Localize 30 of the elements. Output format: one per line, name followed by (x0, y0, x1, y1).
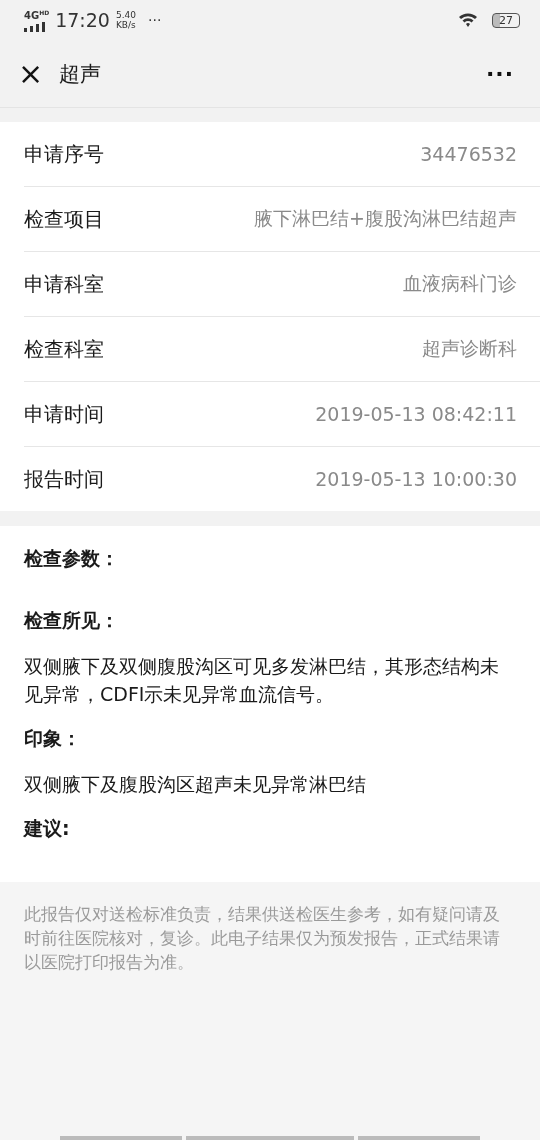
field-label: 检查科室 (24, 335, 104, 363)
wifi-icon (458, 12, 478, 28)
network-label: 4G$^{HD}$ (24, 8, 50, 22)
field-value: 2019-05-13 08:42:11 (315, 403, 517, 425)
field-value: 超声诊断科 (422, 336, 517, 361)
field-label: 申请科室 (24, 270, 104, 298)
speed-unit: KB/s (115, 20, 136, 30)
field-value: 2019-05-13 10:00:30 (315, 468, 517, 490)
section-heading: 印象： (24, 726, 82, 751)
section-text: 双侧腋下及双侧腹股沟区可见多发淋巴结，其形态结构未见异常，CDFI示未见异常血流信号。 (24, 654, 500, 707)
section-heading: 检查所见： (24, 608, 120, 633)
field-label: 检查项目 (24, 205, 104, 233)
section-text: 双侧腋下及腹股沟区超声未见异常淋巴结 (24, 772, 367, 797)
field-value: 血液病科门诊 (403, 271, 517, 296)
page-title: 超声 (59, 60, 102, 88)
battery-icon: 27 (492, 12, 520, 28)
clock: 17:20 (55, 9, 110, 31)
more-notifications: ··· (148, 12, 162, 28)
section-heading: 检查参数： (24, 546, 120, 571)
field-value: 腋下淋巴结+腹股沟淋巴结超声 (254, 206, 517, 231)
section-heading: 建议: (24, 816, 71, 841)
close-button[interactable]: × (12, 58, 50, 89)
menu-button[interactable]: ··· (479, 60, 520, 87)
field-value: 34476532 (420, 143, 517, 165)
field-label: 申请时间 (24, 400, 104, 428)
signal-icon (24, 21, 46, 32)
disclaimer-text: 此报告仅对送检标准负责，结果供送检医生参考，如有疑问请及时前往医院核对，复诊。此电子结果仅为预发报告，正式结果请以医院打印报告为准。 (24, 903, 501, 974)
field-label: 报告时间 (24, 465, 104, 493)
speed-value: 5.40 (115, 10, 136, 20)
field-label: 申请序号 (24, 140, 104, 168)
